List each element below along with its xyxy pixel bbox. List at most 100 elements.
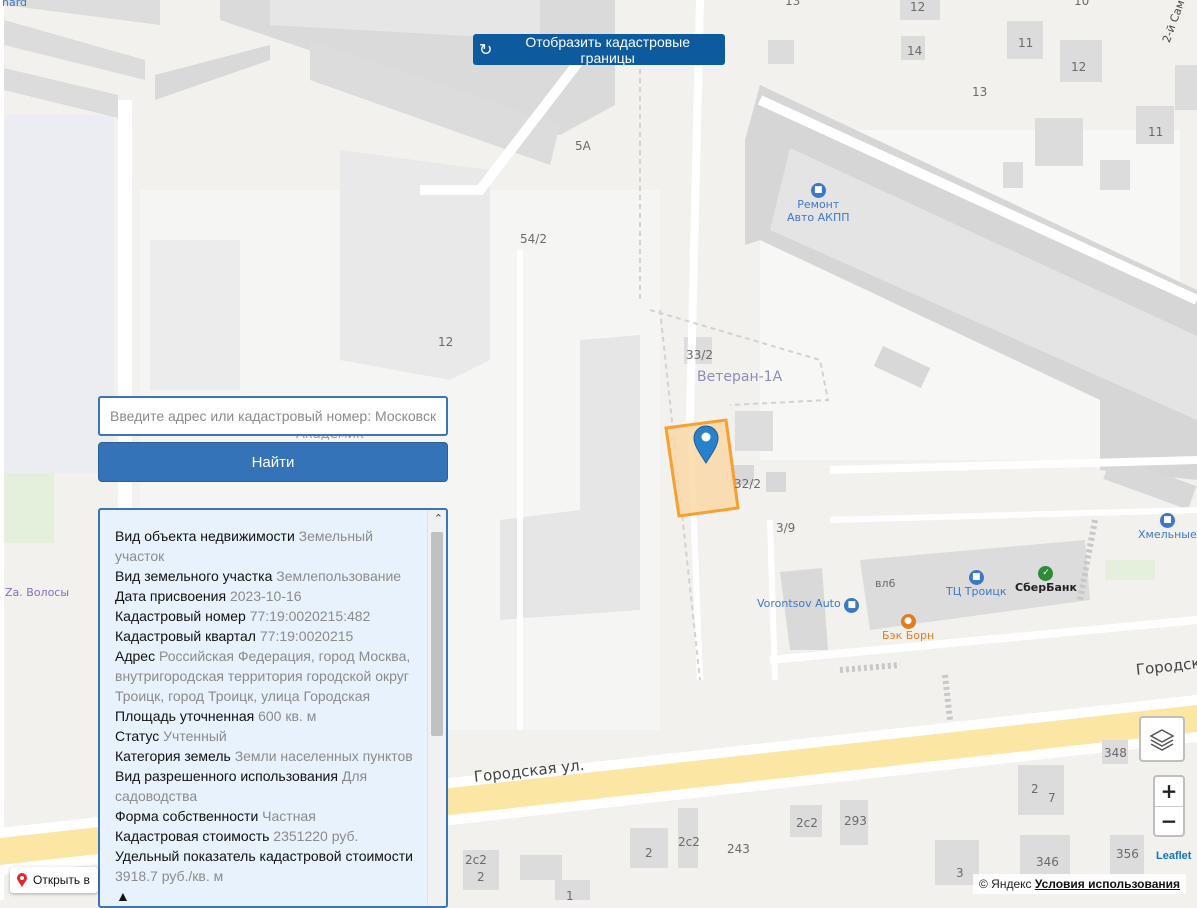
car-service-icon: ■: [810, 183, 826, 198]
cafe-icon: ●: [900, 614, 916, 629]
scroll-up-icon[interactable]: ⌃: [434, 512, 443, 525]
house-number: 12: [910, 0, 926, 14]
poi-car-repair[interactable]: ■ Ремонт Авто АКПП: [787, 182, 850, 224]
layers-button[interactable]: [1139, 716, 1185, 762]
house-number: 293: [844, 814, 867, 828]
house-number: вл6: [875, 577, 896, 590]
poi-shop[interactable]: ■ Хмельные: [1138, 512, 1197, 541]
zoom-control: + −: [1153, 775, 1185, 837]
terms-of-use-link[interactable]: Условия использования: [1035, 877, 1180, 891]
poi-label: Бэк Борн: [882, 629, 935, 642]
parcel-info-list: Вид объекта недвижимости Земельный участ…: [115, 526, 418, 886]
car-service-icon: ■: [844, 598, 860, 613]
info-key: Адрес: [115, 648, 156, 664]
poi-label: hard: [2, 0, 28, 9]
leaflet-link[interactable]: Leaflet: [1156, 850, 1191, 862]
poi-auto[interactable]: Vorontsov Auto ■: [757, 597, 860, 613]
info-value: 77:19:0020215:482: [249, 608, 371, 624]
info-value: Частная: [262, 808, 316, 824]
house-number: 3: [956, 866, 964, 880]
info-row: Удельный показатель кадастровой стоимост…: [115, 846, 418, 886]
info-value: 3918.7 руб./кв. м: [115, 868, 224, 884]
info-key: Кадастровый квартал: [115, 628, 256, 644]
find-button[interactable]: Найти: [98, 442, 448, 482]
house-number: 2: [477, 870, 485, 884]
info-key: Кадастровая стоимость: [115, 828, 270, 844]
info-key: Дата присвоения: [115, 588, 227, 604]
poi-label: ТЦ Троицк: [946, 585, 1007, 598]
house-number: 3/9: [776, 521, 796, 535]
house-number: 1: [566, 889, 574, 903]
poi-label: Za. Волосы: [5, 586, 70, 599]
info-key: Вид объекта недвижимости: [115, 528, 295, 544]
info-value: Учтенный: [163, 728, 227, 744]
info-row: Кадастровый номер 77:19:0020215:482: [115, 606, 418, 626]
address-search-input[interactable]: [98, 396, 448, 436]
scrollbar[interactable]: ⌃: [427, 510, 446, 906]
poi-label: Ремонт Авто АКПП: [787, 198, 850, 224]
info-row: Вид объекта недвижимости Земельный участ…: [115, 526, 418, 566]
house-number: 2: [645, 846, 653, 860]
poi-label: СберБанк: [1015, 581, 1077, 594]
info-row: Кадастровый квартал 77:19:0020215: [115, 626, 418, 646]
zoom-in-button[interactable]: +: [1155, 777, 1183, 807]
info-key: Удельный показатель кадастровой стоимост…: [115, 848, 413, 864]
house-number: 54/2: [520, 232, 547, 246]
house-number: 2с2: [465, 853, 487, 867]
house-number: 2с2: [678, 835, 700, 849]
house-number: 13: [785, 0, 801, 8]
house-number: 5А: [575, 139, 591, 153]
info-row: Форма собственности Частная: [115, 806, 418, 826]
info-row: Статус Учтенный: [115, 726, 418, 746]
info-value: Землепользование: [276, 568, 402, 584]
info-row: Вид разрешенного использования Для садов…: [115, 766, 418, 806]
house-number: 12: [438, 335, 454, 349]
info-key: Вид земельного участка: [115, 568, 273, 584]
house-number: 11: [1018, 36, 1034, 50]
show-cadastral-borders-button[interactable]: ↻ Отобразить кадастровые границы: [473, 33, 725, 66]
poi-cafe[interactable]: ● Бэк Борн: [882, 613, 934, 642]
refresh-icon: ↻: [479, 41, 493, 59]
house-number: 32/2: [734, 477, 761, 491]
info-key: Площадь уточненная: [115, 708, 255, 724]
map-pin-icon: [17, 873, 27, 887]
open-in-label: Открыть в: [33, 873, 90, 887]
layers-icon: [1149, 729, 1175, 751]
house-number: 2с2: [796, 816, 818, 830]
zoom-out-button[interactable]: −: [1155, 807, 1183, 836]
triangle-up-icon: ▲: [116, 888, 130, 904]
info-key: Вид разрешенного использования: [115, 768, 338, 784]
house-number: 2: [1031, 782, 1039, 796]
house-number: 13: [972, 85, 988, 99]
poi-mall[interactable]: ■ ТЦ Троицк: [946, 569, 1006, 598]
house-number: 10: [1074, 0, 1090, 8]
house-number: 348: [1104, 746, 1127, 760]
info-row: Кадастровая стоимость 2351220 руб.: [115, 826, 418, 846]
scrollbar-thumb[interactable]: [431, 532, 443, 736]
info-key: Кадастровый номер: [115, 608, 246, 624]
house-number: 14: [907, 44, 923, 58]
info-value: Российская Федерация, город Москва, внут…: [115, 648, 411, 704]
map-attribution: © Яндекс Условия использования: [973, 874, 1186, 894]
info-row: Категория земель Земли населенных пункто…: [115, 746, 418, 766]
house-number: 356: [1116, 847, 1139, 861]
info-key: Категория земель: [115, 748, 231, 764]
info-value: 77:19:0020215: [259, 628, 354, 644]
cadastral-button-label: Отобразить кадастровые границы: [525, 33, 691, 66]
info-row: Дата присвоения 2023-10-16: [115, 586, 418, 606]
info-value: 2351220 руб.: [273, 828, 359, 844]
house-number: 12: [1071, 60, 1087, 74]
poi-label: Хмельные: [1138, 528, 1197, 541]
info-value: 600 кв. м: [258, 708, 317, 724]
house-number: 7: [1048, 791, 1056, 805]
info-value: Земли населенных пунктов: [234, 748, 413, 764]
info-value: 2023-10-16: [229, 588, 302, 604]
info-row: Площадь уточненная 600 кв. м: [115, 706, 418, 726]
house-number: 11: [1148, 125, 1164, 139]
parcel-info-panel[interactable]: Вид объекта недвижимости Земельный участ…: [98, 508, 448, 908]
place-label: Ветеран-1А: [697, 369, 783, 385]
house-number: 346: [1036, 855, 1059, 869]
open-in-maps-button[interactable]: Открыть в: [10, 867, 98, 893]
house-number: 243: [727, 842, 750, 856]
poi-bank[interactable]: ✓ СберБанк: [1015, 565, 1077, 594]
